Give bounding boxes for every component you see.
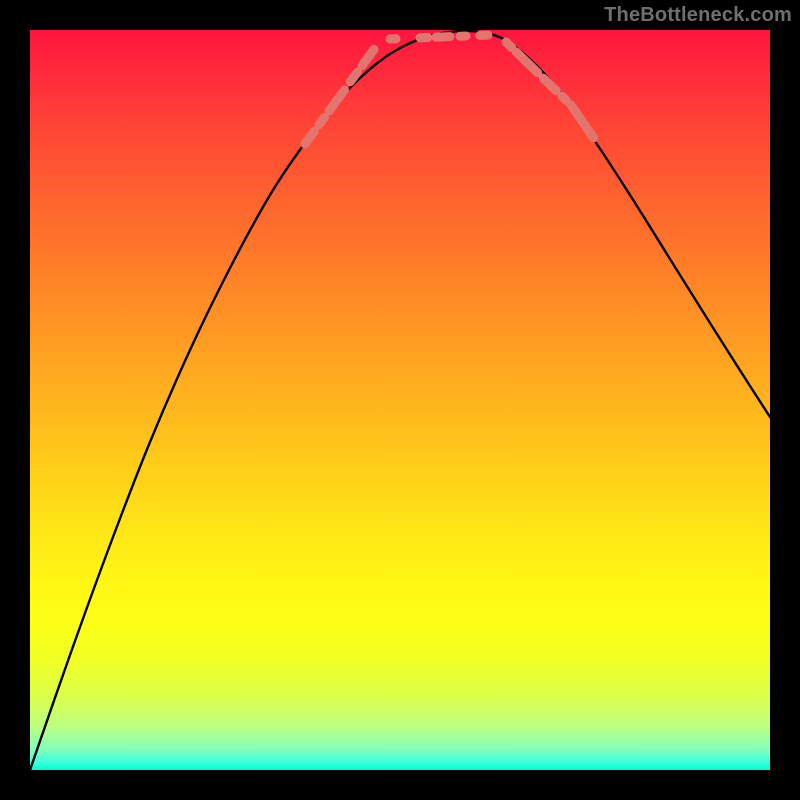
dash-segment bbox=[506, 42, 570, 104]
dash-segment bbox=[305, 48, 375, 144]
chart-frame: TheBottleneck.com bbox=[0, 0, 800, 800]
dashed-overlay-group bbox=[305, 35, 602, 150]
plot-area bbox=[30, 30, 770, 770]
watermark-text: TheBottleneck.com bbox=[604, 4, 792, 27]
dash-segment bbox=[390, 35, 490, 39]
curve-svg bbox=[30, 30, 770, 770]
bottleneck-curve bbox=[30, 31, 770, 770]
